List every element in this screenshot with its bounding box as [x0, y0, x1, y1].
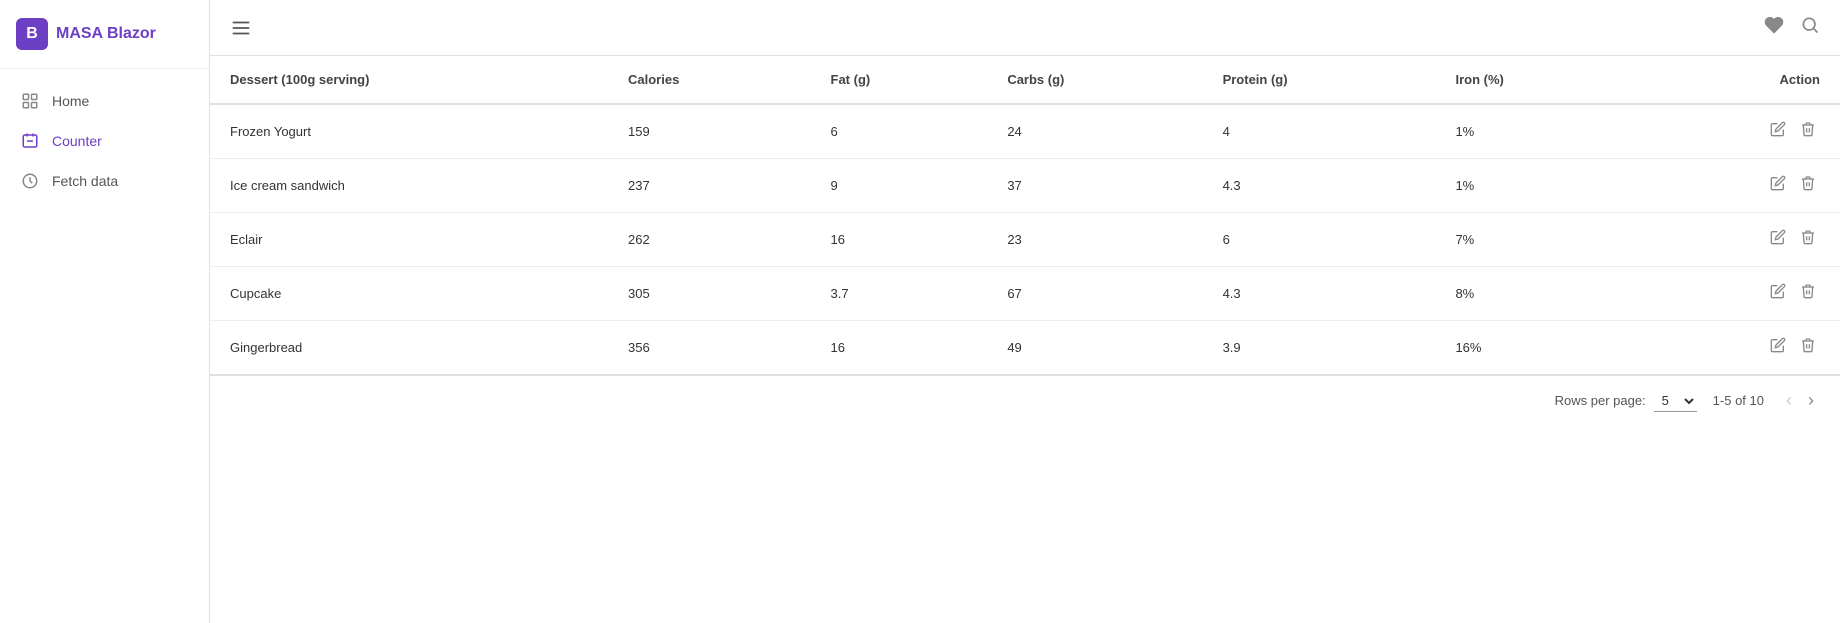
table-row: Gingerbread 356 16 49 3.9 16% [210, 321, 1840, 375]
cell-protein: 6 [1203, 213, 1436, 267]
sidebar-item-fetch-data-label: Fetch data [52, 173, 118, 189]
sidebar-navigation: Home Counter Fetch data [0, 69, 209, 213]
cell-calories: 237 [608, 159, 811, 213]
delete-button[interactable] [1796, 281, 1820, 306]
sidebar-item-counter-label: Counter [52, 133, 102, 149]
counter-icon [20, 131, 40, 151]
cell-dessert: Frozen Yogurt [210, 104, 608, 159]
page-navigation: ‹ › [1780, 388, 1820, 413]
delete-button[interactable] [1796, 119, 1820, 144]
edit-button[interactable] [1766, 119, 1790, 144]
cell-fat: 6 [811, 104, 988, 159]
logo-text: MASA Blazor [56, 25, 156, 43]
heart-icon[interactable] [1764, 15, 1784, 40]
cell-iron: 7% [1435, 213, 1631, 267]
cell-calories: 262 [608, 213, 811, 267]
cell-calories: 159 [608, 104, 811, 159]
topbar [210, 0, 1840, 56]
cell-action [1631, 213, 1840, 267]
table-row: Frozen Yogurt 159 6 24 4 1% [210, 104, 1840, 159]
table-row: Eclair 262 16 23 6 7% [210, 213, 1840, 267]
home-icon [20, 91, 40, 111]
edit-button[interactable] [1766, 173, 1790, 198]
prev-page-button[interactable]: ‹ [1780, 388, 1798, 413]
cell-fat: 3.7 [811, 267, 988, 321]
cell-carbs: 67 [987, 267, 1202, 321]
cell-protein: 4.3 [1203, 267, 1436, 321]
cell-action [1631, 321, 1840, 375]
col-protein: Protein (g) [1203, 56, 1436, 104]
cell-carbs: 23 [987, 213, 1202, 267]
rows-per-page-label: Rows per page: [1555, 393, 1646, 408]
cell-dessert: Eclair [210, 213, 608, 267]
cell-protein: 3.9 [1203, 321, 1436, 375]
col-action: Action [1631, 56, 1840, 104]
cell-dessert: Gingerbread [210, 321, 608, 375]
next-page-button[interactable]: › [1802, 388, 1820, 413]
table-row: Cupcake 305 3.7 67 4.3 8% [210, 267, 1840, 321]
pagination-bar: Rows per page: 5 10 25 1-5 of 10 ‹ › [210, 375, 1840, 425]
rows-per-page-select[interactable]: 5 10 25 [1654, 390, 1697, 412]
cell-carbs: 49 [987, 321, 1202, 375]
desserts-table: Dessert (100g serving) Calories Fat (g) … [210, 56, 1840, 375]
sidebar-item-fetch-data[interactable]: Fetch data [0, 161, 209, 201]
cell-fat: 16 [811, 321, 988, 375]
delete-button[interactable] [1796, 335, 1820, 360]
cell-fat: 9 [811, 159, 988, 213]
cell-dessert: Ice cream sandwich [210, 159, 608, 213]
cell-protein: 4.3 [1203, 159, 1436, 213]
sidebar: B MASA Blazor Home Counter Fetch data [0, 0, 210, 623]
col-calories: Calories [608, 56, 811, 104]
edit-button[interactable] [1766, 335, 1790, 360]
delete-button[interactable] [1796, 227, 1820, 252]
page-info: 1-5 of 10 [1713, 393, 1764, 408]
col-fat: Fat (g) [811, 56, 988, 104]
cell-dessert: Cupcake [210, 267, 608, 321]
cell-action [1631, 104, 1840, 159]
topbar-actions [1764, 15, 1820, 40]
col-carbs: Carbs (g) [987, 56, 1202, 104]
table-body: Frozen Yogurt 159 6 24 4 1% Ice cream sa… [210, 104, 1840, 375]
col-dessert: Dessert (100g serving) [210, 56, 608, 104]
cell-iron: 8% [1435, 267, 1631, 321]
cell-iron: 16% [1435, 321, 1631, 375]
rows-per-page-control: Rows per page: 5 10 25 [1555, 390, 1697, 412]
col-iron: Iron (%) [1435, 56, 1631, 104]
cell-action [1631, 159, 1840, 213]
cell-iron: 1% [1435, 159, 1631, 213]
table-row: Ice cream sandwich 237 9 37 4.3 1% [210, 159, 1840, 213]
fetch-icon [20, 171, 40, 191]
content-area: Dessert (100g serving) Calories Fat (g) … [210, 56, 1840, 623]
cell-carbs: 37 [987, 159, 1202, 213]
cell-carbs: 24 [987, 104, 1202, 159]
cell-iron: 1% [1435, 104, 1631, 159]
cell-fat: 16 [811, 213, 988, 267]
sidebar-item-home[interactable]: Home [0, 81, 209, 121]
edit-button[interactable] [1766, 227, 1790, 252]
sidebar-item-counter[interactable]: Counter [0, 121, 209, 161]
hamburger-button[interactable] [230, 17, 252, 39]
edit-button[interactable] [1766, 281, 1790, 306]
cell-action [1631, 267, 1840, 321]
search-icon[interactable] [1800, 15, 1820, 40]
sidebar-logo: B MASA Blazor [0, 0, 209, 69]
main-content: Dessert (100g serving) Calories Fat (g) … [210, 0, 1840, 623]
table-header: Dessert (100g serving) Calories Fat (g) … [210, 56, 1840, 104]
delete-button[interactable] [1796, 173, 1820, 198]
cell-protein: 4 [1203, 104, 1436, 159]
cell-calories: 305 [608, 267, 811, 321]
logo-icon: B [16, 18, 48, 50]
sidebar-item-home-label: Home [52, 93, 89, 109]
cell-calories: 356 [608, 321, 811, 375]
